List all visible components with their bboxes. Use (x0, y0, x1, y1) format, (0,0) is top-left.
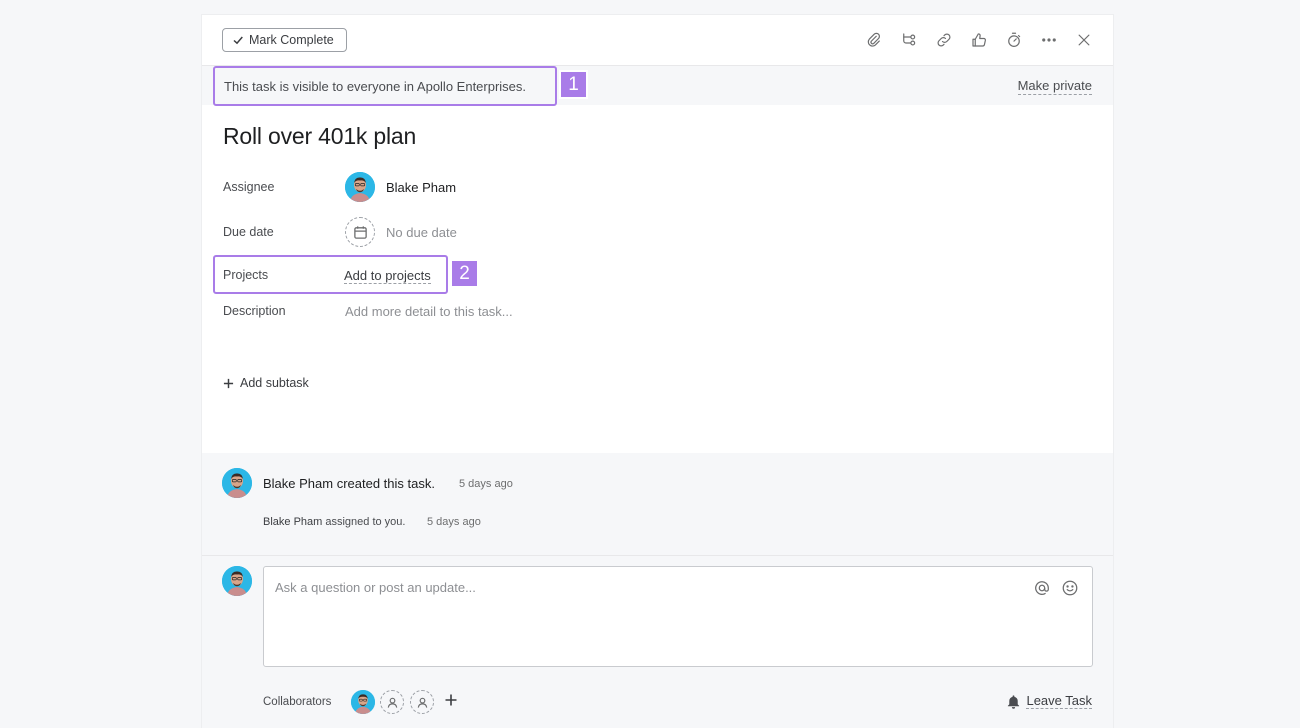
attachment-icon[interactable] (863, 29, 885, 51)
person-icon (387, 697, 397, 708)
mention-icon[interactable] (1032, 578, 1051, 597)
activity-assigned-time: 5 days ago (427, 516, 481, 528)
activity-created-text: Blake Pham created this task. (263, 476, 435, 491)
task-toolbar: Mark Complete (202, 15, 1113, 66)
bell-icon (1008, 694, 1020, 709)
current-user-avatar (222, 566, 252, 596)
projects-label: Projects (223, 268, 269, 282)
activity-assigned-text: Blake Pham assigned to you. (263, 516, 405, 528)
add-collaborator-button[interactable] (444, 693, 458, 707)
due-date-value[interactable]: No due date (386, 225, 457, 240)
timer-icon[interactable] (1003, 29, 1025, 51)
due-date-label: Due date (223, 225, 274, 239)
due-date-button[interactable] (345, 217, 375, 247)
assignee-avatar[interactable] (345, 172, 375, 202)
add-to-projects-link[interactable]: Add to projects (344, 268, 431, 284)
person-icon (417, 697, 427, 708)
link-icon[interactable] (933, 29, 955, 51)
make-private-link[interactable]: Make private (1017, 78, 1092, 95)
collaborator-avatar[interactable] (351, 690, 375, 714)
comment-section: Collaborators Leave Task (202, 556, 1113, 728)
annotation-badge-1: 1 (559, 70, 588, 99)
comment-box (263, 566, 1093, 667)
visibility-banner: This task is visible to everyone in Apol… (202, 66, 1113, 106)
activity-created-time: 5 days ago (459, 478, 513, 490)
add-subtask-label: Add subtask (240, 376, 309, 390)
like-icon[interactable] (968, 29, 990, 51)
more-icon[interactable] (1038, 29, 1060, 51)
task-title[interactable]: Roll over 401k plan (223, 123, 416, 150)
activity-assigned-rest: assigned to you. (322, 516, 406, 528)
mark-complete-label: Mark Complete (249, 33, 334, 47)
add-collaborator-slot[interactable] (410, 690, 434, 714)
check-icon (233, 36, 243, 45)
comment-input[interactable] (264, 567, 1092, 666)
assignee-name[interactable]: Blake Pham (386, 180, 456, 195)
calendar-icon (353, 225, 367, 239)
comment-tools (1032, 578, 1079, 597)
leave-task-label: Leave Task (1026, 693, 1092, 709)
add-collaborator-slot[interactable] (380, 690, 404, 714)
description-label: Description (223, 304, 286, 318)
activity-feed: Blake Pham created this task. 5 days ago… (202, 453, 1113, 556)
collaborators-label: Collaborators (263, 696, 332, 708)
visibility-notice: This task is visible to everyone in Apol… (213, 66, 557, 106)
add-subtask-button[interactable]: Add subtask (223, 376, 309, 390)
activity-assigner[interactable]: Blake Pham (263, 516, 322, 528)
annotation-badge-2: 2 (450, 259, 479, 288)
plus-icon (445, 694, 457, 706)
leave-task-button[interactable]: Leave Task (1006, 693, 1092, 709)
emoji-icon[interactable] (1060, 578, 1079, 597)
projects-field: Projects Add to projects (213, 255, 448, 294)
assignee-label: Assignee (223, 180, 275, 194)
plus-icon (223, 378, 234, 388)
activity-avatar[interactable] (222, 468, 252, 498)
task-detail-pane: Mark Complete This task is visible to ev… (202, 15, 1113, 728)
toolbar-actions (863, 29, 1095, 51)
description-input[interactable]: Add more detail to this task... (345, 304, 513, 319)
mark-complete-button[interactable]: Mark Complete (222, 28, 347, 52)
subtask-icon[interactable] (898, 29, 920, 51)
close-icon[interactable] (1073, 29, 1095, 51)
